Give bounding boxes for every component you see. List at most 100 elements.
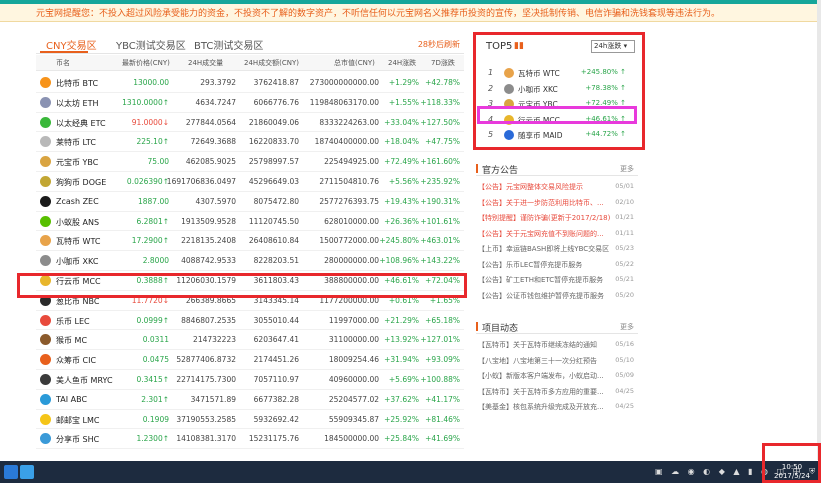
project-news-item[interactable]: 【八宝地】八宝地第三十一次分红预告 05/10 <box>476 353 638 369</box>
project-news-link[interactable]: 【小蚁】新版本客户端发布，小蚁启动... <box>478 371 610 381</box>
table-row[interactable]: 猴币 MC 0.0311 214732223 6203647.41 31100000.0… <box>36 330 464 351</box>
coin-name[interactable]: 莱特币 LTC <box>56 137 96 148</box>
header-7d-change[interactable]: 7D涨跌 <box>431 58 455 68</box>
announcement-item[interactable]: 【公告】矿工ETH和ETC暂停充提币服务 05/21 <box>476 272 638 288</box>
header-market-cap[interactable]: 总市值(CNY) <box>334 58 375 68</box>
coin-24h-change: +26.36% <box>384 216 419 226</box>
announcement-more-link[interactable]: 更多 <box>620 164 634 174</box>
header-turnover[interactable]: 24H成交额(CNY) <box>244 58 299 68</box>
coin-24h-turnover: 6203647.41 <box>253 335 299 345</box>
top5-rank: 5 <box>488 130 494 139</box>
announcement-item[interactable]: 【公告】乐币LEC暂停充提币服务 05/22 <box>476 257 638 273</box>
announcement-item[interactable]: 【公告】关于元宝网充值不到账问题的... 01/11 <box>476 226 638 242</box>
table-row[interactable]: 瓦特币 WTC 17.2900↑ 2218135.2408 26408610.84 15… <box>36 231 464 252</box>
announcement-link[interactable]: 【公告】乐币LEC暂停充提币服务 <box>478 260 610 270</box>
announcement-item[interactable]: 【上币】幸运链BASH即将上线YBC交易区 05/23 <box>476 241 638 257</box>
coin-price: 0.0475 <box>142 355 169 365</box>
announcement-item[interactable]: 【公告】元宝网整体交易风险提示 05/01 <box>476 179 638 195</box>
page-scrollbar[interactable] <box>817 0 821 460</box>
browser-taskbar-icon[interactable] <box>20 465 34 479</box>
tab-cny[interactable]: CNY交易区 <box>46 37 97 52</box>
top5-item[interactable]: 2 小咖币 XKC +78.38% ↑ <box>488 83 636 96</box>
project-news-link[interactable]: 【八宝地】八宝地第三十一次分红预告 <box>478 356 610 366</box>
table-row[interactable]: 分享币 SHC 1.2300↑ 14108381.3170 15231175.76 18… <box>36 429 464 450</box>
header-price[interactable]: 最新价格(CNY) <box>122 58 170 68</box>
table-row[interactable]: 小蚁股 ANS 6.2801↑ 1913509.9528 11120745.50 628… <box>36 212 464 232</box>
coin-24h-change: +25.84% <box>384 434 419 444</box>
coin-icon <box>40 156 51 168</box>
announcement-item[interactable]: 【公告】公证币钱包维护暂停充提币服务 05/20 <box>476 288 638 304</box>
highlight-box-clock <box>762 443 821 483</box>
coin-name[interactable]: 小蚁股 ANS <box>56 217 99 228</box>
table-row[interactable]: Zcash ZEC 1887.00 4307.5970 8075472.80 25772… <box>36 192 464 212</box>
highlight-box-mcc-row <box>17 273 467 298</box>
table-row[interactable]: 邮邮宝 LMC 0.1909 37190553.2585 5932692.42 5590… <box>36 410 464 430</box>
table-row[interactable]: 美人鱼币 MRYC 0.3415↑ 22714175.7300 7057110.97 4… <box>36 370 464 390</box>
top5-sort-select[interactable]: 24h涨跌 ▾ <box>591 40 635 53</box>
coin-price: 91.0000↓ <box>131 117 169 127</box>
coin-24h-volume: 4088742.9533 <box>181 256 236 266</box>
coin-name[interactable]: 以太经典 ETC <box>56 118 106 129</box>
header-volume[interactable]: 24H成交量 <box>188 58 223 68</box>
project-news-more-link[interactable]: 更多 <box>620 322 634 332</box>
announcement-link[interactable]: 【公告】矿工ETH和ETC暂停充提币服务 <box>478 275 610 285</box>
active-tab-indicator <box>40 51 88 53</box>
coin-name[interactable]: 分享币 SHC <box>56 434 99 445</box>
coin-name[interactable]: 小咖币 XKC <box>56 256 98 267</box>
table-row[interactable]: 众筹币 CIC 0.0475 52877406.8732 2174451.26 1800… <box>36 350 464 370</box>
project-news-item[interactable]: 【瓦特币】关于瓦特币多方应用的重要... 04/25 <box>476 384 638 400</box>
project-news-item[interactable]: 【美基金】核包系统升级完成及开放充... 04/25 <box>476 399 638 415</box>
coin-name[interactable]: 乐币 LEC <box>56 316 90 327</box>
top5-item[interactable]: 5 随享币 MAID +44.72% ↑ <box>488 129 636 142</box>
table-row[interactable]: 乐币 LEC 0.0999↑ 8846807.2535 3055010.44 11997… <box>36 311 464 331</box>
coin-name[interactable]: Zcash ZEC <box>56 197 99 206</box>
tab-ybc-test[interactable]: YBC测试交易区 <box>116 37 186 52</box>
coin-name[interactable]: 众筹币 CIC <box>56 355 96 366</box>
table-row[interactable]: 小咖币 XKC 2.8000 4088742.9533 8228203.51 28000… <box>36 251 464 271</box>
table-row[interactable]: TAI ABC 2.301↑ 3471571.89 6677382.28 2520457… <box>36 390 464 410</box>
top5-change: +78.38% ↑ <box>585 83 626 92</box>
header-24h-change[interactable]: 24H涨跌 <box>388 58 416 68</box>
coin-name[interactable]: 邮邮宝 LMC <box>56 415 100 426</box>
tab-btc-test[interactable]: BTC测试交易区 <box>194 37 263 52</box>
start-icon[interactable] <box>4 465 18 479</box>
coin-name[interactable]: 猴币 MC <box>56 335 87 346</box>
announcement-link[interactable]: 【公告】元宝网整体交易风险提示 <box>478 182 610 192</box>
project-news-link[interactable]: 【瓦特币】关于瓦特币多方应用的重要... <box>478 387 610 397</box>
table-row[interactable]: 元宝币 YBC 75.00 462085.9025 25798997.57 225494… <box>36 152 464 172</box>
top5-item[interactable]: 1 瓦特币 WTC +245.80% ↑ <box>488 67 636 80</box>
announcement-item[interactable]: 【公告】关于进一步防范利用比特币、... 02/10 <box>476 195 638 211</box>
project-news-link[interactable]: 【瓦特币】关于瓦特币继续冻结的通知 <box>478 340 610 350</box>
coin-name[interactable]: TAI ABC <box>56 395 87 404</box>
coin-name[interactable]: 以太坊 ETH <box>56 98 99 109</box>
coin-name[interactable]: 元宝币 YBC <box>56 157 98 168</box>
table-row[interactable]: 莱特币 LTC 225.10↑ 72649.3688 16220833.70 18740… <box>36 132 464 153</box>
announcement-link[interactable]: 【上币】幸运链BASH即将上线YBC交易区 <box>478 244 610 254</box>
coin-7d-change: +41.17% <box>425 394 460 404</box>
project-news-item[interactable]: 【小蚁】新版本客户端发布，小蚁启动... 05/09 <box>476 368 638 384</box>
coin-24h-turnover: 8075472.80 <box>253 196 299 206</box>
table-row[interactable]: 比特币 BTC 13000.00 293.3792 3762418.87 2730000… <box>36 73 464 93</box>
announcement-link[interactable]: 【公告】关于元宝网充值不到账问题的... <box>478 229 610 239</box>
project-news-link[interactable]: 【美基金】核包系统升级完成及开放充... <box>478 402 610 412</box>
coin-24h-volume: 1691706836.0497 <box>166 176 236 186</box>
coin-name[interactable]: 狗狗币 DOGE <box>56 177 106 188</box>
table-row[interactable]: 以太经典 ETC 91.0000↓ 277844.0564 21860049.06 83… <box>36 113 464 133</box>
announcement-link[interactable]: 【特别提醒】谨防诈骗(更新于2017/2/18) <box>478 213 610 223</box>
coin-24h-change: +1.29% <box>388 78 419 87</box>
table-row[interactable]: 狗狗币 DOGE 0.026390↑ 1691706836.0497 45296649… <box>36 172 464 192</box>
announcement-link[interactable]: 【公告】关于进一步防范利用比特币、... <box>478 198 610 208</box>
coin-24h-turnover: 7057110.97 <box>253 374 299 384</box>
announcement-section: 官方公告 更多 【公告】元宝网整体交易风险提示 05/01 【公告】关于进一步防范利… <box>476 162 638 303</box>
coin-name[interactable]: 瓦特币 WTC <box>56 236 100 247</box>
top5-coin-name: 随享币 MAID <box>518 131 563 140</box>
coin-24h-volume: 72649.3688 <box>190 137 236 147</box>
announcement-link[interactable]: 【公告】公证币钱包维护暂停充提币服务 <box>478 291 610 301</box>
project-news-item[interactable]: 【瓦特币】关于瓦特币继续冻结的通知 05/16 <box>476 337 638 353</box>
table-row[interactable]: 以太坊 ETH 1310.0000↑ 4634.7247 6066776.76 1198… <box>36 93 464 113</box>
project-news-date: 04/25 <box>615 386 634 395</box>
coin-name[interactable]: 比特币 BTC <box>56 78 98 89</box>
refresh-countdown[interactable]: 28秒后刷新 <box>418 39 460 50</box>
announcement-item[interactable]: 【特别提醒】谨防诈骗(更新于2017/2/18) 01/21 <box>476 210 638 226</box>
coin-name[interactable]: 美人鱼币 MRYC <box>56 375 113 386</box>
